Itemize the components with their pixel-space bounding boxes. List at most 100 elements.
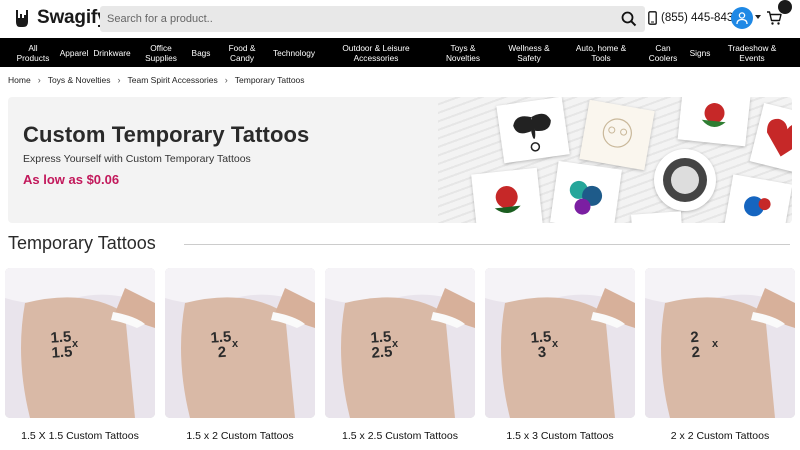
wolf-icon xyxy=(663,158,707,202)
section-divider xyxy=(184,244,790,245)
product-card[interactable]: 1.5 2 x 1.5 x 2 Custom Tattoos xyxy=(165,268,315,442)
breadcrumb-toys-novelties[interactable]: Toys & Novelties xyxy=(48,75,111,85)
main-nav: All Products Apparel Drinkware Office Su… xyxy=(0,38,800,67)
nav-toys-novelties[interactable]: Toys & Novelties xyxy=(440,38,486,67)
tattoo-height: 3 xyxy=(537,343,547,362)
skull-tattoo-card xyxy=(579,99,655,171)
breadcrumb-team-spirit[interactable]: Team Spirit Accessories xyxy=(128,75,218,85)
product-name[interactable]: 1.5 x 2 Custom Tattoos xyxy=(155,430,325,442)
product-image[interactable]: 2 2 x xyxy=(645,268,795,418)
product-image[interactable]: 1.5 3 x xyxy=(485,268,635,418)
nav-technology[interactable]: Technology xyxy=(268,38,320,67)
product-card[interactable]: 1.5 2.5 x 1.5 x 2.5 Custom Tattoos xyxy=(325,268,475,442)
nav-all-products[interactable]: All Products xyxy=(10,38,56,67)
wolf-tattoo-sticker xyxy=(654,149,716,211)
arm-tattoo-photo xyxy=(325,268,475,418)
nav-label: Technology xyxy=(273,47,315,58)
flower-icon xyxy=(494,186,521,213)
nav-label: Drinkware xyxy=(93,47,131,58)
nav-label: All Products xyxy=(16,42,50,63)
arm-tattoo-photo xyxy=(485,268,635,418)
tattoo-x-mark: x xyxy=(552,338,559,350)
rose-tattoo-card xyxy=(677,97,751,147)
tattoo-size-label: 1.5 3 xyxy=(530,328,553,362)
nav-label: Apparel xyxy=(59,47,89,58)
phone-number: (855) 445-8438 xyxy=(661,12,740,24)
tattoo-x-mark: x xyxy=(712,338,719,350)
nav-apparel[interactable]: Apparel xyxy=(57,38,91,67)
nav-label: Can Coolers xyxy=(648,42,678,63)
tattoo-size-label: 1.5 1.5 xyxy=(50,328,73,362)
tattoo-x-mark: x xyxy=(72,338,79,350)
product-card[interactable]: 1.5 3 x 1.5 x 3 Custom Tattoos xyxy=(485,268,635,442)
hero-price: As low as $0.06 xyxy=(23,172,120,187)
brand-name: Swagify xyxy=(37,7,108,28)
tattoo-x-mark: x xyxy=(232,338,239,350)
nav-label: Tradeshow & Events xyxy=(727,42,777,63)
chevron-down-icon[interactable] xyxy=(755,15,761,19)
cart-count-badge xyxy=(778,0,792,14)
product-card[interactable]: 1.5 1.5 x 1.5 X 1.5 Custom Tattoos xyxy=(5,268,155,442)
product-name[interactable]: 1.5 X 1.5 Custom Tattoos xyxy=(0,430,165,442)
site-header: Swagify (855) 445-8438 xyxy=(0,0,800,38)
product-name[interactable]: 1.5 x 3 Custom Tattoos xyxy=(475,430,645,442)
nav-bags[interactable]: Bags xyxy=(188,38,214,67)
product-card[interactable]: 2 2 x 2 x 2 Custom Tattoos xyxy=(645,268,795,442)
tattoo-height: 2.5 xyxy=(370,343,393,362)
arm-tattoo-photo xyxy=(645,268,795,418)
nav-label: Office Supplies xyxy=(145,42,177,63)
breadcrumb: Home › Toys & Novelties › Team Spirit Ac… xyxy=(8,75,305,85)
breadcrumb-home[interactable]: Home xyxy=(8,75,31,85)
product-image[interactable]: 1.5 2 x xyxy=(165,268,315,418)
rose-icon xyxy=(701,103,726,127)
skull-icon xyxy=(602,118,632,148)
tattoo-size-label: 1.5 2.5 xyxy=(370,328,393,362)
search-bar xyxy=(100,6,645,32)
phone-link[interactable]: (855) 445-8438 xyxy=(648,11,740,25)
search-input[interactable] xyxy=(100,6,610,32)
brand-logo[interactable]: Swagify xyxy=(10,6,108,30)
breadcrumb-current: Temporary Tattoos xyxy=(234,75,305,85)
tattoo-height: 1.5 xyxy=(50,343,73,362)
account-button[interactable] xyxy=(731,7,753,29)
arm-tattoo-photo xyxy=(165,268,315,418)
bouquet-icon xyxy=(569,180,603,215)
product-image[interactable]: 1.5 2.5 x xyxy=(325,268,475,418)
search-icon[interactable] xyxy=(621,11,637,27)
moth-tattoo-card xyxy=(496,97,570,164)
nav-label: Bags xyxy=(191,47,211,58)
nav-can-coolers[interactable]: Can Coolers xyxy=(646,38,680,67)
tattoo-x-mark: x xyxy=(392,338,399,350)
nav-food-candy[interactable]: Food & Candy xyxy=(224,38,260,67)
nav-office-supplies[interactable]: Office Supplies xyxy=(140,38,182,67)
bouquet-tattoo-card xyxy=(549,160,623,223)
section-title: Temporary Tattoos xyxy=(8,233,156,253)
nav-signs[interactable]: Signs xyxy=(687,38,713,67)
nav-label: Auto, home & Tools xyxy=(575,42,627,63)
chevron-right-icon: › xyxy=(224,75,228,85)
nav-tradeshow-events[interactable]: Tradeshow & Events xyxy=(722,38,782,67)
rock-hand-icon xyxy=(12,8,32,28)
tattoo-height: 2 xyxy=(217,343,227,362)
chevron-right-icon: › xyxy=(117,75,121,85)
nav-outdoor-leisure[interactable]: Outdoor & Leisure Accessories xyxy=(334,38,418,67)
flower-tattoo-card xyxy=(471,167,543,223)
product-name[interactable]: 2 x 2 Custom Tattoos xyxy=(635,430,800,442)
user-icon xyxy=(736,12,748,25)
hero-subtitle: Express Yourself with Custom Temporary T… xyxy=(23,153,251,165)
product-name[interactable]: 1.5 x 2.5 Custom Tattoos xyxy=(315,430,485,442)
hero-banner: Custom Temporary Tattoos Express Yoursel… xyxy=(8,97,792,223)
nav-label: Food & Candy xyxy=(228,42,256,63)
product-image[interactable]: 1.5 1.5 x xyxy=(5,268,155,418)
arm-tattoo-photo xyxy=(5,268,155,418)
nav-label: Toys & Novelties xyxy=(445,42,481,63)
nav-label: Signs xyxy=(689,47,711,58)
nav-drinkware[interactable]: Drinkware xyxy=(91,38,133,67)
tattoo-height: 2 xyxy=(690,343,701,362)
nav-wellness-safety[interactable]: Wellness & Safety xyxy=(504,38,554,67)
nav-auto-home-tools[interactable]: Auto, home & Tools xyxy=(572,38,630,67)
nav-label: Wellness & Safety xyxy=(508,42,550,63)
nav-label: Outdoor & Leisure Accessories xyxy=(342,42,410,63)
tattoo-size-label: 1.5 2 xyxy=(210,328,233,362)
moth-icon xyxy=(513,113,551,152)
